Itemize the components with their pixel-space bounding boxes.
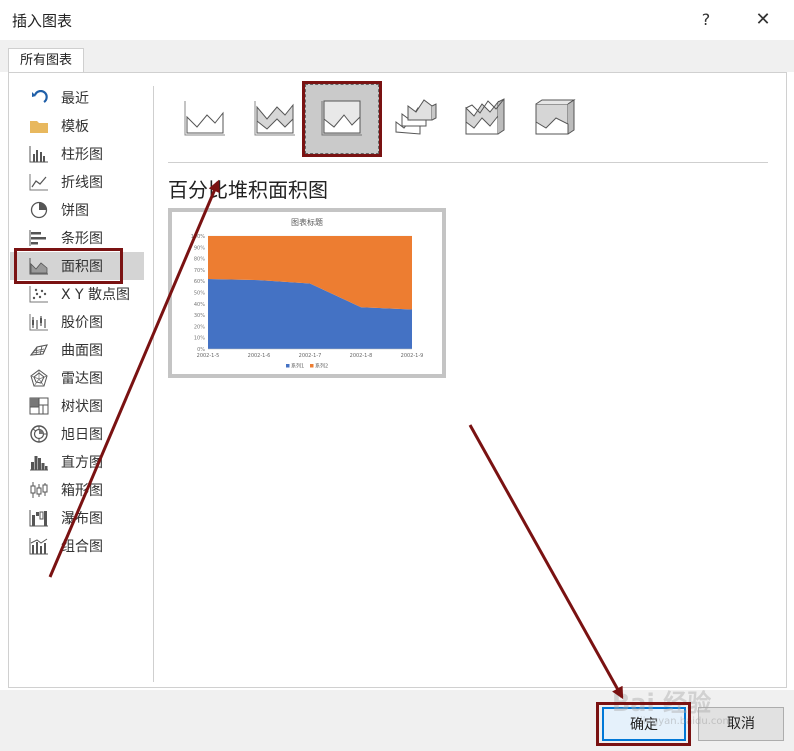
sidebar-item-label: 饼图	[61, 203, 89, 219]
surface-chart-icon	[26, 340, 52, 360]
sidebar-item-box-whisker[interactable]: 箱形图	[10, 476, 144, 504]
y-tick-label: 80%	[194, 257, 205, 263]
x-tick-label: 2002-1-7	[299, 353, 322, 359]
watermark-logo: Bai 经验	[612, 689, 712, 717]
sidebar-item-label: X Y 散点图	[61, 287, 131, 303]
dialog-titlebar: 插入图表 ? ✕	[0, 0, 794, 40]
sidebar-item-label: 组合图	[61, 539, 103, 555]
x-tick-label: 2002-1-6	[248, 353, 271, 359]
watermark-url: jingyan.baidu.com	[640, 716, 733, 727]
sidebar-item-scatter[interactable]: X Y 散点图	[10, 280, 144, 308]
treemap-chart-icon	[26, 396, 52, 416]
sidebar-item-label: 旭日图	[61, 427, 103, 443]
y-tick-label: 10%	[194, 336, 205, 342]
area-icon	[183, 97, 227, 141]
chart-preview: 图表标题 100% 90% 80% 70% 60% 50% 40% 30% 20% 10% 0% 20…	[168, 208, 446, 378]
sidebar-item-label: 折线图	[61, 175, 103, 191]
pie-chart-icon	[26, 200, 52, 220]
column-chart-icon	[26, 144, 52, 164]
tab-all-charts[interactable]: 所有图表	[8, 48, 84, 73]
help-button[interactable]: ?	[692, 6, 720, 34]
subtype-3d-area[interactable]	[378, 84, 452, 154]
x-tick-label: 2002-1-8	[350, 353, 373, 359]
3d-percent-stacked-area-icon	[532, 96, 578, 142]
sidebar-item-templates[interactable]: 模板	[10, 112, 144, 140]
3d-area-icon	[392, 96, 438, 142]
sidebar-item-bar[interactable]: 条形图	[10, 224, 144, 252]
sunburst-chart-icon	[26, 424, 52, 444]
y-tick-label: 40%	[194, 302, 205, 308]
legend-label: 系列2	[315, 363, 328, 370]
percent-stacked-area-icon	[320, 97, 364, 141]
sidebar-item-label: 曲面图	[61, 343, 103, 359]
combo-chart-icon	[26, 536, 52, 556]
y-tick-label: 90%	[194, 245, 205, 251]
subtype-stacked-area[interactable]	[238, 84, 312, 154]
y-tick-label: 60%	[194, 279, 205, 285]
subtype-3d-percent-stacked-area[interactable]	[518, 84, 592, 154]
sidebar-item-stock[interactable]: 股价图	[10, 308, 144, 336]
folder-icon	[26, 116, 52, 136]
box-whisker-chart-icon	[26, 480, 52, 500]
3d-stacked-area-icon	[462, 96, 508, 142]
y-tick-label: 50%	[194, 291, 205, 297]
line-chart-icon	[26, 172, 52, 192]
legend-swatch	[286, 364, 290, 368]
preview-chart: 图表标题 100%90%80%70%60%50%40%30%20%10%0%20…	[191, 217, 424, 370]
sidebar-item-surface[interactable]: 曲面图	[10, 336, 144, 364]
sidebar-item-combo[interactable]: 组合图	[10, 532, 144, 560]
chart-type-list: 最近 模板 柱形图 折线图 饼图 条形图 面积图 X Y 散点图 股价图 曲面图…	[10, 84, 144, 560]
sidebar-item-area[interactable]: 面积图	[10, 252, 144, 280]
tab-strip: 所有图表	[0, 40, 794, 73]
subtype-title: 百分比堆积面积图	[168, 178, 328, 202]
x-tick-label: 2002-1-9	[401, 353, 424, 359]
sidebar-item-label: 箱形图	[61, 483, 103, 499]
stock-chart-icon	[26, 312, 52, 332]
subtype-percent-stacked-area[interactable]	[305, 84, 379, 154]
sidebar-item-pie[interactable]: 饼图	[10, 196, 144, 224]
sidebar-item-column[interactable]: 柱形图	[10, 140, 144, 168]
sidebar-item-radar[interactable]: 雷达图	[10, 364, 144, 392]
sidebar-item-waterfall[interactable]: 瀑布图	[10, 504, 144, 532]
y-tick-label: 20%	[194, 324, 205, 330]
sidebar-item-histogram[interactable]: 直方图	[10, 448, 144, 476]
subtype-area[interactable]	[168, 84, 242, 154]
sidebar-item-label: 面积图	[61, 259, 103, 275]
scatter-chart-icon	[26, 284, 52, 304]
radar-chart-icon	[26, 368, 52, 388]
sidebar-item-label: 树状图	[61, 399, 103, 415]
sidebar-item-recent[interactable]: 最近	[10, 84, 144, 112]
close-button[interactable]: ✕	[746, 6, 780, 34]
sidebar-item-label: 柱形图	[61, 147, 103, 163]
y-tick-label: 100%	[191, 234, 206, 240]
waterfall-chart-icon	[26, 508, 52, 528]
panel-divider	[153, 86, 154, 682]
sidebar-item-label: 股价图	[61, 315, 103, 331]
sidebar-item-label: 直方图	[61, 455, 103, 471]
chart-title: 图表标题	[291, 217, 323, 227]
legend-label: 系列1	[291, 363, 304, 370]
legend-swatch	[310, 364, 314, 368]
recent-icon	[26, 88, 52, 108]
dialog-title: 插入图表	[12, 12, 73, 30]
stacked-area-icon	[253, 97, 297, 141]
histogram-chart-icon	[26, 452, 52, 472]
bar-chart-icon	[26, 228, 52, 248]
sidebar-item-label: 瀑布图	[61, 511, 103, 527]
area-chart-icon	[26, 256, 52, 276]
sidebar-item-label: 模板	[61, 119, 89, 135]
sidebar-item-treemap[interactable]: 树状图	[10, 392, 144, 420]
sidebar-item-label: 雷达图	[61, 371, 103, 387]
y-tick-label: 70%	[194, 268, 205, 274]
sidebar-item-label: 最近	[61, 91, 89, 107]
x-tick-label: 2002-1-5	[197, 353, 220, 359]
y-tick-label: 30%	[194, 313, 205, 319]
sidebar-item-label: 条形图	[61, 231, 103, 247]
gallery-divider	[168, 162, 768, 163]
sidebar-item-line[interactable]: 折线图	[10, 168, 144, 196]
subtype-3d-stacked-area[interactable]	[448, 84, 522, 154]
sidebar-item-sunburst[interactable]: 旭日图	[10, 420, 144, 448]
